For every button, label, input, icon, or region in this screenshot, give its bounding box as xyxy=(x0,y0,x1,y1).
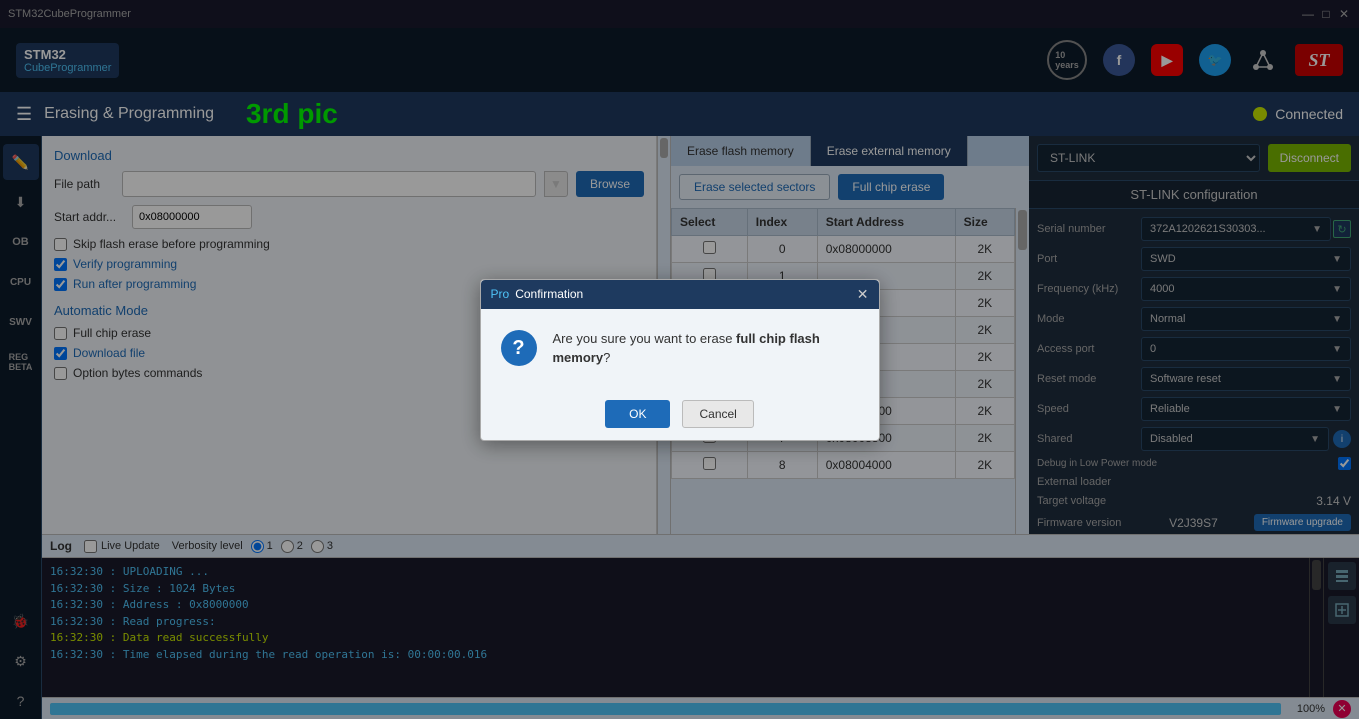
dialog-close-button[interactable]: ✕ xyxy=(857,286,869,303)
confirmation-dialog: Pro Confirmation ✕ ? Are you sure you wa… xyxy=(480,279,880,441)
dialog-buttons: OK Cancel xyxy=(481,388,879,440)
dialog-body: ? Are you sure you want to erase full ch… xyxy=(481,309,879,388)
dialog-title-area: Pro Confirmation xyxy=(491,287,584,301)
dialog-message-post: ? xyxy=(603,350,610,365)
dialog-overlay[interactable]: Pro Confirmation ✕ ? Are you sure you wa… xyxy=(0,0,1359,719)
dialog-title-icon: Pro xyxy=(491,287,510,301)
dialog-cancel-button[interactable]: Cancel xyxy=(682,400,753,428)
dialog-question-icon: ? xyxy=(501,330,537,366)
dialog-ok-button[interactable]: OK xyxy=(605,400,670,428)
dialog-message-pre: Are you sure you want to erase xyxy=(553,331,737,346)
dialog-title-text: Confirmation xyxy=(515,287,583,301)
dialog-titlebar: Pro Confirmation ✕ xyxy=(481,280,879,309)
dialog-message: Are you sure you want to erase full chip… xyxy=(553,329,859,368)
